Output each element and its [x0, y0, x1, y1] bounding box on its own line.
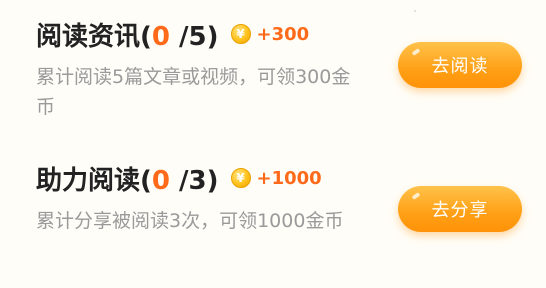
go-share-button-label: 去分享	[431, 200, 489, 221]
task-title: 阅读资讯(0 /5)	[36, 16, 219, 53]
task-progress-open: (	[140, 21, 152, 52]
task-progress-current: 0	[151, 165, 170, 196]
go-read-button-label: 去阅读	[431, 56, 489, 77]
task-reward: +1000	[256, 167, 322, 189]
button-shine-icon	[411, 192, 421, 200]
task-reward: +300	[256, 23, 310, 45]
task-title: 助力阅读(0 /3)	[36, 160, 219, 197]
go-read-button[interactable]: 去阅读	[398, 42, 522, 88]
task-progress-current: 0	[151, 21, 170, 52]
gold-coin-icon: ¥	[230, 24, 251, 44]
go-share-button[interactable]: 去分享	[398, 186, 522, 232]
coin-symbol: ¥	[236, 27, 245, 41]
coin-symbol: ¥	[236, 171, 245, 185]
task-card: 阅读资讯(0 /5) ¥ +300 累计阅读5篇文章或视频，可领300金币 去阅…	[0, 0, 546, 288]
decorative-dot	[414, 10, 416, 12]
gold-coin-icon: ¥	[230, 168, 251, 188]
task-progress-total: /5)	[170, 21, 219, 52]
task-description: 累计分享被阅读3次，可领1000金币	[36, 210, 344, 232]
task-title-text: 助力阅读	[36, 165, 141, 196]
button-shine-icon	[411, 48, 421, 56]
task-title-text: 阅读资讯	[36, 21, 141, 52]
task-progress-open: (	[140, 165, 152, 196]
task-description: 累计阅读5篇文章或视频，可领300金币	[36, 66, 351, 118]
task-progress-total: /3)	[170, 165, 219, 196]
